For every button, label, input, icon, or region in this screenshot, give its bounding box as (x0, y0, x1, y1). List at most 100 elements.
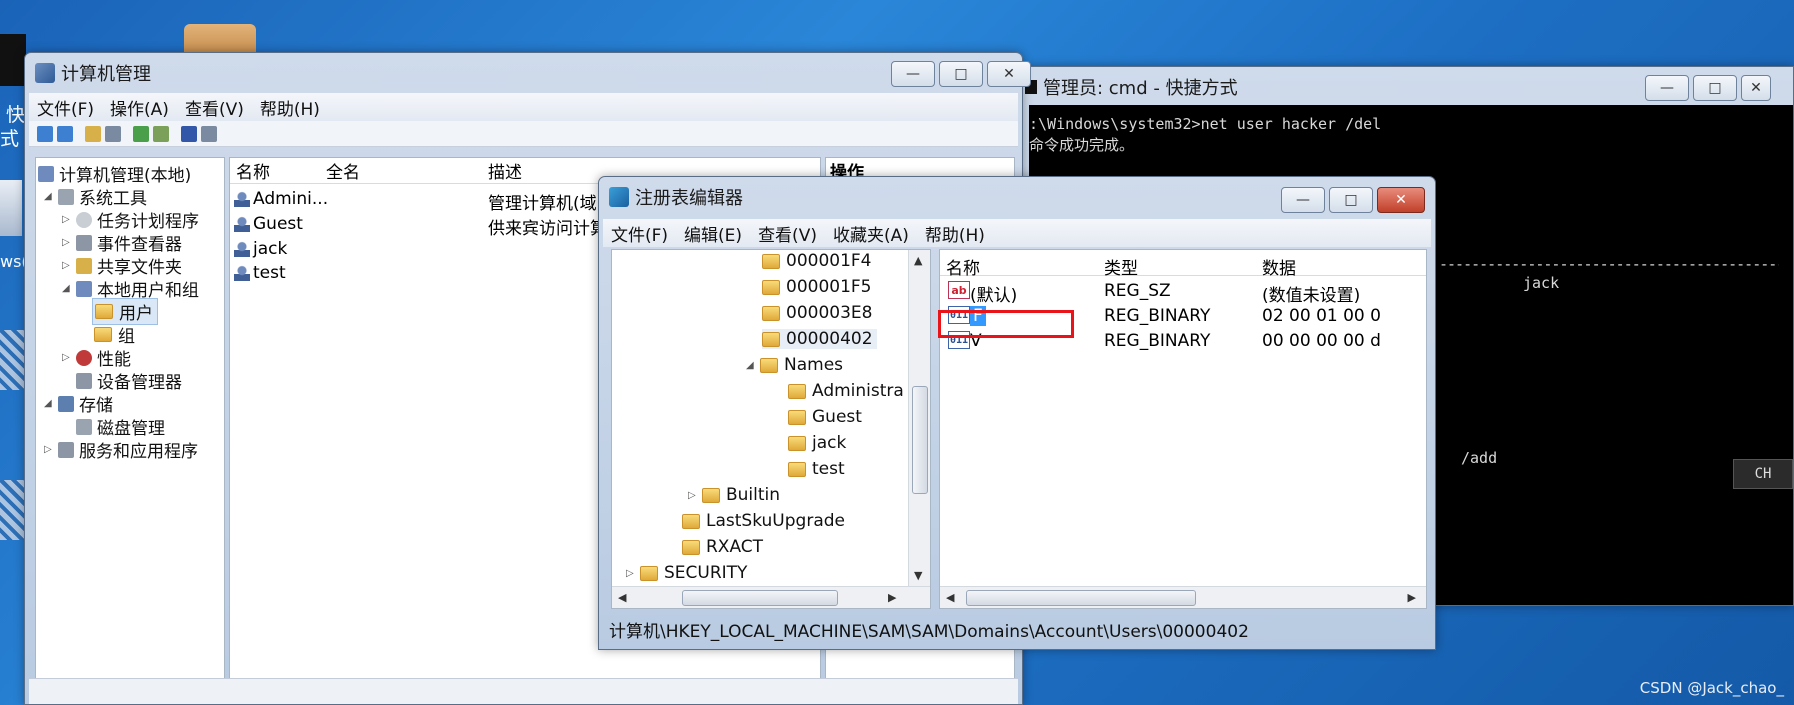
reg-value-list[interactable]: 名称 类型 数据 ab (默认) REG_SZ (数值未设置) 011 F RE… (939, 249, 1427, 609)
cmd-close-button[interactable]: ✕ (1741, 75, 1771, 101)
reg-tree-vertical-scrollbar[interactable]: ▲ ▼ (908, 250, 930, 586)
cm-minimize-button[interactable]: — (891, 61, 935, 87)
user-icon (234, 216, 250, 232)
cm-close-button[interactable]: ✕ (987, 61, 1031, 87)
scroll-left-icon[interactable]: ◀ (618, 591, 626, 604)
reg-key-lastskuupgrade[interactable]: LastSkuUpgrade (682, 511, 845, 531)
tree-node-performance[interactable]: ▷ 性能 (62, 345, 131, 370)
tree-node-root[interactable]: 计算机管理(本地) (38, 161, 191, 186)
cm-menu-help[interactable]: 帮助(H) (252, 95, 328, 120)
reg-menu-file[interactable]: 文件(F) (603, 221, 676, 246)
export-list-icon[interactable] (153, 125, 169, 142)
reg-key-rxact[interactable]: RXACT (682, 537, 763, 557)
reg-key-guest[interactable]: Guest (788, 407, 862, 427)
expand-arrow-icon[interactable]: ▷ (62, 260, 76, 271)
reg-menu-view[interactable]: 查看(V) (750, 221, 825, 246)
show-hide-action-pane-icon[interactable] (201, 125, 217, 142)
reg-key-label: 00000402 (786, 329, 873, 349)
cmd-maximize-button[interactable]: □ (1693, 75, 1737, 101)
reg-key-jack[interactable]: jack (788, 433, 846, 453)
expand-arrow-icon[interactable]: ▷ (44, 444, 58, 455)
tree-node-users[interactable]: 用户 (92, 298, 158, 325)
up-folder-icon[interactable] (85, 125, 101, 142)
tree-node-storage[interactable]: ◢ 存储 (44, 391, 113, 416)
reg-key-builtin[interactable]: ▷ Builtin (688, 485, 780, 505)
cm-maximize-button[interactable]: □ (939, 61, 983, 87)
collapse-arrow-icon[interactable]: ◢ (44, 191, 58, 202)
forward-icon[interactable] (57, 125, 73, 142)
cm-menu-file[interactable]: 文件(F) (29, 95, 102, 120)
scroll-thumb[interactable] (966, 590, 1196, 606)
reg-minimize-button[interactable]: — (1281, 187, 1325, 213)
desktop-network-icon-2[interactable] (0, 480, 24, 540)
tree-node-groups[interactable]: 组 (94, 322, 135, 347)
col-header-name[interactable]: 名称 (946, 254, 980, 279)
reg-maximize-button[interactable]: □ (1329, 187, 1373, 213)
expand-arrow-icon[interactable]: ▷ (626, 568, 640, 579)
user-row[interactable]: jack (234, 239, 287, 259)
reg-key-test[interactable]: test (788, 459, 845, 479)
scroll-up-icon[interactable]: ▲ (914, 254, 922, 267)
reg-key-000001F4[interactable]: 000001F4 (762, 251, 872, 271)
scroll-right-icon[interactable]: ▶ (1408, 591, 1416, 604)
reg-close-button[interactable]: ✕ (1377, 187, 1425, 213)
reg-menu-help[interactable]: 帮助(H) (917, 221, 993, 246)
reg-value-row[interactable]: ab (默认) REG_SZ (数值未设置) (944, 278, 1426, 306)
expand-arrow-icon[interactable]: ▷ (62, 352, 76, 363)
collapse-arrow-icon[interactable]: ◢ (44, 398, 58, 409)
tree-node-system-tools[interactable]: ◢ 系统工具 (44, 184, 147, 209)
scroll-left-icon[interactable]: ◀ (946, 591, 954, 604)
reg-key-000003E8[interactable]: 000003E8 (762, 303, 872, 323)
expand-arrow-icon[interactable]: ▷ (62, 214, 76, 225)
reg-tree-horizontal-scrollbar[interactable]: ◀ ▶ (612, 586, 930, 608)
desktop-dark-icon[interactable] (0, 34, 26, 86)
tree-node-event-viewer[interactable]: ▷ 事件查看器 (62, 230, 182, 255)
expand-arrow-icon[interactable]: ▷ (688, 490, 702, 501)
reg-menu-favorites[interactable]: 收藏夹(A) (825, 221, 917, 246)
help-icon[interactable] (181, 125, 197, 142)
reg-key-label: LastSkuUpgrade (706, 511, 845, 531)
registry-editor-window[interactable]: 注册表编辑器 — □ ✕ 文件(F) 编辑(E) 查看(V) 收藏夹(A) 帮助… (598, 176, 1436, 650)
scroll-down-icon[interactable]: ▼ (914, 569, 922, 582)
cm-menu-view[interactable]: 查看(V) (177, 95, 252, 120)
reg-value-data: 00 00 00 00 d (1262, 331, 1381, 351)
tree-node-device-manager[interactable]: 设备管理器 (76, 368, 182, 393)
desktop-computer-icon[interactable] (0, 180, 22, 236)
cmd-minimize-button[interactable]: — (1645, 75, 1689, 101)
tree-node-services-apps[interactable]: ▷ 服务和应用程序 (44, 437, 198, 462)
reg-key-administrator[interactable]: Administra (788, 381, 904, 401)
tree-node-shared-folders[interactable]: ▷ 共享文件夹 (62, 253, 182, 278)
reg-key-security[interactable]: ▷ SECURITY (626, 563, 747, 583)
reg-list-horizontal-scrollbar[interactable]: ◀ ▶ (940, 586, 1426, 608)
tree-node-disk-management[interactable]: 磁盘管理 (76, 414, 165, 439)
ime-indicator[interactable]: CH (1733, 459, 1793, 489)
user-row[interactable]: Admini... (234, 189, 328, 209)
scroll-right-icon[interactable]: ▶ (888, 591, 896, 604)
col-header-type[interactable]: 类型 (1104, 254, 1138, 279)
col-header-fullname[interactable]: 全名 (326, 158, 360, 183)
reg-key-00000402[interactable]: 00000402 (762, 329, 877, 349)
reg-key-label: 000001F4 (786, 251, 872, 271)
scroll-thumb[interactable] (912, 386, 928, 494)
refresh-icon[interactable] (133, 125, 149, 142)
scroll-thumb[interactable] (682, 590, 838, 606)
show-hide-tree-icon[interactable] (105, 125, 121, 142)
tree-node-task-scheduler[interactable]: ▷ 任务计划程序 (62, 207, 199, 232)
user-row[interactable]: Guest (234, 214, 303, 234)
reg-key-names[interactable]: ◢ Names (746, 355, 843, 375)
reg-key-000001F5[interactable]: 000001F5 (762, 277, 872, 297)
expand-arrow-icon[interactable]: ▷ (62, 237, 76, 248)
cm-titlebar[interactable]: 计算机管理 (25, 53, 1022, 93)
col-header-data[interactable]: 数据 (1262, 254, 1296, 279)
reg-key-tree[interactable]: 000001F4 000001F5 000003E8 00000402 ◢ Nam… (611, 249, 931, 609)
user-row[interactable]: test (234, 263, 286, 283)
cm-menu-action[interactable]: 操作(A) (102, 95, 177, 120)
collapse-arrow-icon[interactable]: ◢ (746, 360, 760, 371)
back-icon[interactable] (37, 125, 53, 142)
reg-menu-edit[interactable]: 编辑(E) (676, 221, 750, 246)
collapse-arrow-icon[interactable]: ◢ (62, 283, 76, 294)
col-header-description[interactable]: 描述 (488, 158, 522, 183)
col-header-name[interactable]: 名称 (236, 158, 270, 183)
desktop-network-icon[interactable] (0, 330, 24, 390)
cm-tree-pane[interactable]: 计算机管理(本地) ◢ 系统工具 ▷ 任务计划程序 ▷ 事件查看器 ▷ 共享文件… (35, 157, 225, 679)
